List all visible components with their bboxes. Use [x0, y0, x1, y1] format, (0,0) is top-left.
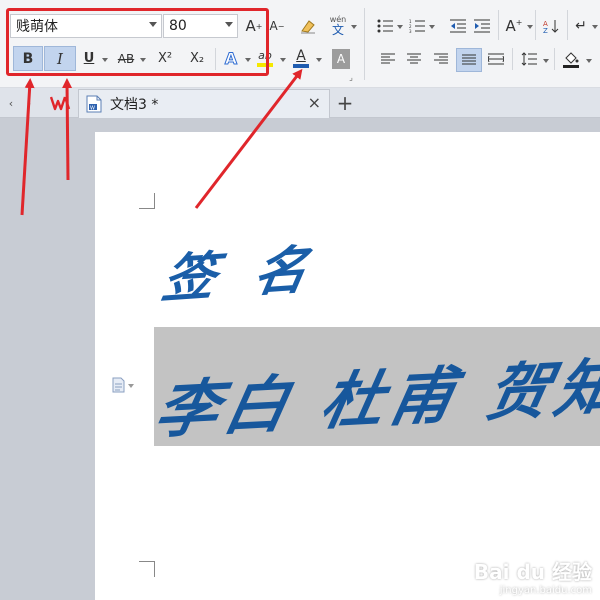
align-left-icon [381, 53, 395, 64]
align-right-button[interactable] [430, 48, 452, 70]
line-spacing-button[interactable] [518, 48, 540, 70]
chevron-down-icon[interactable] [351, 25, 357, 29]
distributed-button[interactable] [485, 48, 507, 70]
increase-indent-button[interactable] [471, 14, 493, 38]
align-right-icon [434, 53, 448, 64]
ribbon-toolbar: 贱萌体 80 A + A − wén 文 123 A+ A Z ↵ B I U … [0, 0, 600, 88]
chevron-down-icon[interactable] [543, 59, 549, 63]
outdent-icon [450, 19, 466, 33]
chevron-down-icon[interactable] [316, 58, 322, 62]
font-name-select[interactable]: 贱萌体 [10, 14, 162, 38]
chevron-down-icon[interactable] [102, 58, 108, 62]
font-size-select[interactable]: 80 [163, 14, 238, 38]
font-color-bar [293, 63, 309, 68]
eraser-icon [301, 20, 315, 34]
sort-button[interactable]: AZ [540, 14, 562, 38]
separator [554, 48, 555, 70]
align-center-button[interactable] [403, 48, 425, 70]
italic-button[interactable]: I [44, 46, 76, 71]
separator [512, 48, 513, 70]
chevron-down-icon[interactable] [397, 25, 403, 29]
dialog-launcher-icon: ⌟ [349, 72, 353, 82]
nav-arrow-right[interactable]: › [22, 94, 36, 112]
bullets-button[interactable] [374, 14, 396, 38]
chevron-down-icon[interactable] [245, 58, 251, 62]
chevron-down-icon [149, 22, 157, 27]
font-color-button[interactable]: A [290, 44, 312, 72]
subscript-button[interactable]: X₂ [184, 46, 210, 71]
separator [364, 8, 365, 80]
superscript-button[interactable]: X² [152, 46, 178, 71]
paragraph-shading-button[interactable] [560, 46, 582, 72]
signature-heading[interactable]: 签 名 [157, 227, 325, 312]
watermark-url: jingyan.baidu.com [499, 585, 592, 596]
chevron-down-icon[interactable] [586, 59, 592, 63]
word-document-icon: W [86, 95, 102, 113]
tab-label: 文档3 * [110, 97, 159, 113]
chevron-down-icon[interactable] [527, 25, 533, 29]
separator [215, 48, 216, 70]
phonetic-guide-button[interactable]: wén 文 [326, 12, 350, 40]
justify-button[interactable] [456, 48, 482, 72]
svg-text:3: 3 [409, 29, 412, 33]
chevron-down-icon [225, 22, 233, 27]
separator [535, 10, 536, 40]
paint-bucket-icon [565, 51, 579, 64]
return-icon: ↵ [575, 18, 587, 34]
new-tab-button[interactable]: + [334, 91, 356, 115]
character-shading-button[interactable]: A [332, 49, 350, 69]
chevron-down-icon[interactable] [140, 58, 146, 62]
chevron-down-icon[interactable] [280, 58, 286, 62]
sort-icon: AZ [543, 20, 559, 34]
bold-button[interactable]: B [13, 46, 43, 71]
chevron-down-icon [128, 384, 134, 388]
indent-icon [474, 19, 490, 33]
watermark-brand: Bai du 经验 [473, 560, 592, 584]
font-size-value: 80 [169, 18, 187, 34]
font-name-value: 贱萌体 [16, 19, 58, 35]
decrease-indent-button[interactable] [447, 14, 469, 38]
line-break-button[interactable]: ↵ [572, 14, 590, 38]
line-spacing-icon [521, 52, 537, 66]
distributed-icon [488, 53, 504, 65]
highlight-color-bar [257, 62, 273, 67]
nav-arrow-left[interactable]: ‹ [4, 94, 18, 112]
tab-close-button[interactable]: × [308, 93, 321, 112]
chevron-right-icon: › [26, 96, 32, 110]
font-dialog-launcher[interactable]: ⌟ [346, 72, 356, 82]
numbering-button[interactable]: 123 [406, 14, 428, 38]
shading-color-bar [563, 64, 579, 68]
paragraph-marker-icon [112, 377, 125, 393]
wps-logo-icon [50, 96, 71, 111]
svg-text:Z: Z [543, 27, 548, 34]
highlight-button[interactable]: ab [254, 44, 276, 72]
wps-logo-tab[interactable] [48, 92, 74, 114]
strikethrough-button[interactable]: AB [114, 46, 138, 71]
chevron-down-icon[interactable] [592, 25, 598, 29]
align-center-icon [407, 53, 421, 64]
grow-font-button[interactable]: A + [243, 14, 265, 38]
separator [567, 10, 568, 40]
svg-text:W: W [90, 106, 95, 112]
chevron-left-icon: ‹ [8, 96, 14, 110]
paragraph-layout-handle[interactable] [102, 375, 136, 395]
underline-button[interactable]: U [80, 46, 98, 71]
clear-format-button[interactable] [296, 14, 320, 38]
tab-document-3[interactable]: W 文档3 * × [78, 89, 330, 118]
margin-corner-mark-top [139, 193, 155, 209]
separator [498, 10, 499, 40]
numbered-list-icon: 123 [409, 19, 425, 33]
shrink-font-button[interactable]: A − [266, 14, 288, 38]
justify-icon [462, 54, 476, 65]
font-case-icon: A+ [505, 17, 523, 35]
bullet-list-icon [377, 19, 393, 33]
baidu-watermark: Bai du 经验 jingyan.baidu.com [474, 556, 592, 596]
align-left-button[interactable] [377, 48, 399, 70]
change-case-button[interactable]: A+ [503, 14, 525, 38]
text-effect-button[interactable]: A [220, 46, 242, 71]
margin-corner-mark-bottom [139, 561, 155, 577]
chevron-down-icon[interactable] [429, 25, 435, 29]
